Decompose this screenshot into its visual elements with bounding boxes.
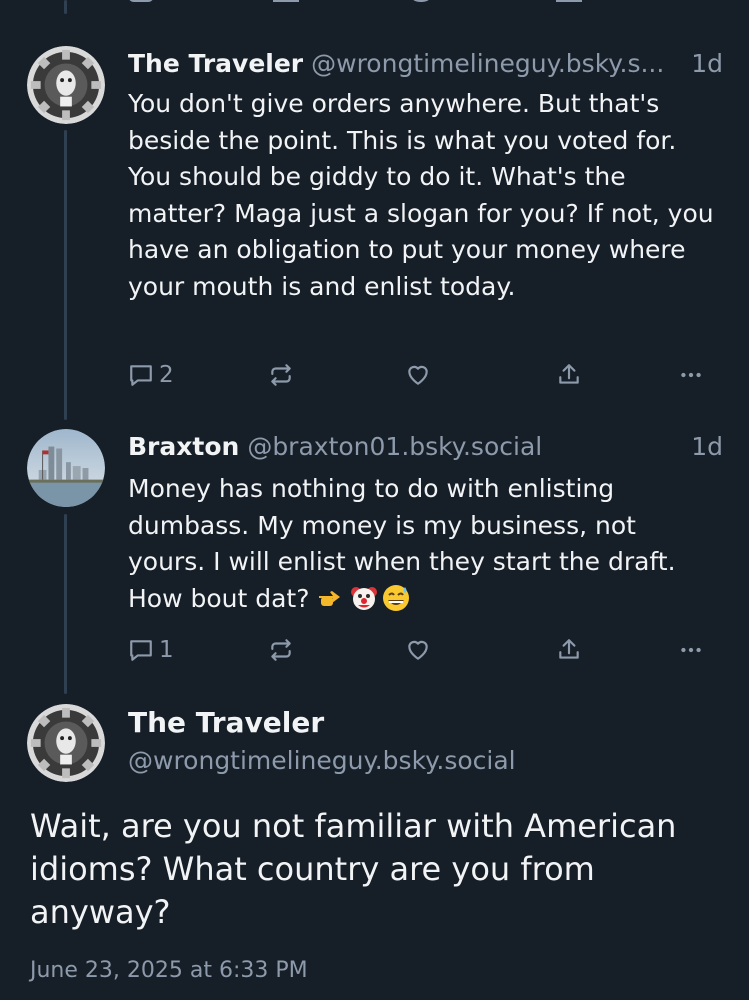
post-actions: 2 (128, 358, 718, 392)
main-handle[interactable]: @wrongtimelineguy.bsky.social (128, 746, 516, 775)
main-post-date: June 23, 2025 at 6:33 PM (30, 958, 308, 983)
city-skyline-avatar-icon (27, 429, 105, 507)
more-dots-icon (681, 372, 701, 378)
share-button[interactable] (556, 358, 582, 392)
repost-arrows-icon (271, 639, 291, 661)
more-dots-icon (681, 647, 701, 653)
post-text-container: Money has nothing to do with enlisting d… (128, 471, 718, 617)
more-button[interactable] (678, 633, 704, 667)
like-button[interactable] (405, 633, 431, 667)
like-button[interactable] (405, 358, 431, 392)
emoji-group (317, 583, 411, 613)
avatar-the-traveler[interactable] (27, 46, 105, 124)
post-text: You don't give orders anywhere. But that… (128, 89, 714, 301)
post-header: Braxton @braxton01.bsky.social 1d (128, 430, 723, 464)
share-icon (559, 364, 579, 384)
share-icon (559, 639, 579, 659)
post-header: The Traveler @wrongtimelineguy.bsky.s...… (128, 47, 723, 81)
speech-bubble-icon (130, 640, 152, 661)
thread-line-1 (64, 130, 67, 420)
post-time: 1d (691, 49, 723, 78)
display-name[interactable]: The Traveler (128, 47, 303, 81)
avatar-braxton[interactable] (27, 429, 105, 507)
reply-count: 2 (159, 362, 174, 388)
gear-face-avatar-icon (27, 704, 105, 782)
repost-button[interactable] (268, 633, 294, 667)
repost-arrows-icon (271, 364, 291, 386)
repost-button[interactable] (268, 358, 294, 392)
grinning-sweat-emoji-icon (383, 584, 410, 611)
main-post-text: Wait, are you not familiar with American… (30, 807, 677, 931)
partial-action-row (128, 0, 718, 6)
speech-bubble-icon (130, 365, 152, 386)
display-name[interactable]: Braxton (128, 430, 239, 464)
main-display-name[interactable]: The Traveler (128, 706, 324, 739)
heart-icon (408, 365, 428, 385)
post-actions: 1 (128, 633, 718, 667)
gear-face-avatar-icon (27, 46, 105, 124)
handle[interactable]: @wrongtimelineguy.bsky.s... (311, 47, 664, 81)
handle[interactable]: @braxton01.bsky.social (247, 430, 542, 464)
thread-line-top (64, 0, 67, 14)
heart-icon (408, 640, 428, 660)
more-button[interactable] (678, 358, 704, 392)
reply-button[interactable]: 1 (128, 633, 174, 667)
avatar-the-traveler-main[interactable] (27, 704, 105, 782)
pointing-right-emoji-icon (319, 590, 341, 606)
post-time: 1d (691, 432, 723, 461)
reply-button[interactable]: 2 (128, 358, 174, 392)
thread-line-2 (64, 514, 67, 694)
reply-count: 1 (159, 637, 174, 663)
clown-face-emoji-icon (351, 586, 378, 610)
share-button[interactable] (556, 633, 582, 667)
